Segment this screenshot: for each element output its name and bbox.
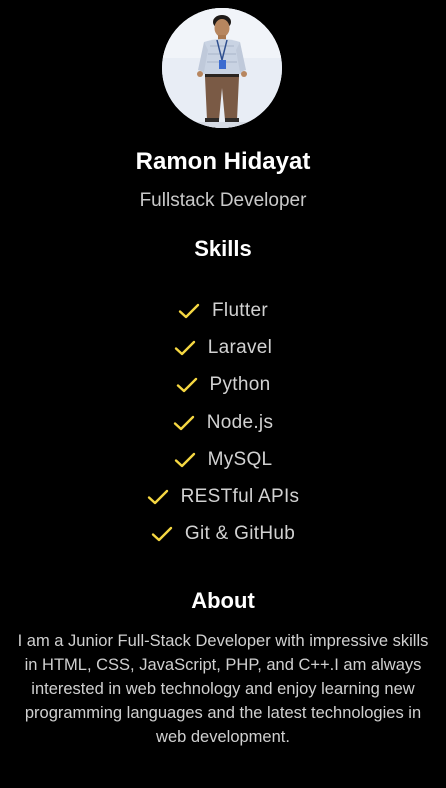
skill-label: Flutter bbox=[212, 299, 268, 321]
skill-label: MySQL bbox=[207, 448, 273, 470]
skill-item-python: Python bbox=[0, 367, 446, 404]
skill-label: Git & GitHub bbox=[184, 523, 296, 545]
skill-label: Node.js bbox=[206, 411, 274, 433]
about-heading: About bbox=[191, 588, 255, 613]
skill-item-laravel: Laravel bbox=[0, 329, 446, 366]
profile-page: Ramon Hidayat Fullstack Developer Skills… bbox=[0, 0, 446, 788]
check-icon bbox=[147, 489, 168, 505]
skill-label: Laravel bbox=[207, 336, 273, 358]
check-icon bbox=[178, 303, 200, 318]
check-icon bbox=[174, 452, 195, 468]
profile-role: Fullstack Developer bbox=[139, 190, 307, 211]
skill-item-restful-apis: RESTful APIs bbox=[0, 478, 446, 515]
check-icon bbox=[173, 415, 194, 430]
profile-photo-icon bbox=[162, 8, 282, 128]
about-description: I am a Junior Full-Stack Developer with … bbox=[17, 632, 429, 746]
skill-label: Python bbox=[209, 374, 271, 396]
check-icon bbox=[176, 378, 197, 393]
skill-item-mysql: MySQL bbox=[0, 441, 446, 478]
skills-list: Flutter Laravel Python Node.js MySQL RES… bbox=[0, 292, 446, 553]
skill-item-flutter: Flutter bbox=[0, 292, 446, 329]
check-icon bbox=[174, 340, 195, 356]
skill-item-nodejs: Node.js bbox=[0, 404, 446, 441]
skills-heading: Skills bbox=[194, 236, 252, 261]
check-icon bbox=[151, 527, 173, 542]
avatar bbox=[162, 8, 282, 128]
skill-label: RESTful APIs bbox=[180, 486, 300, 508]
profile-name: Ramon Hidayat bbox=[135, 148, 311, 175]
skill-item-git-github: Git & GitHub bbox=[0, 516, 446, 553]
